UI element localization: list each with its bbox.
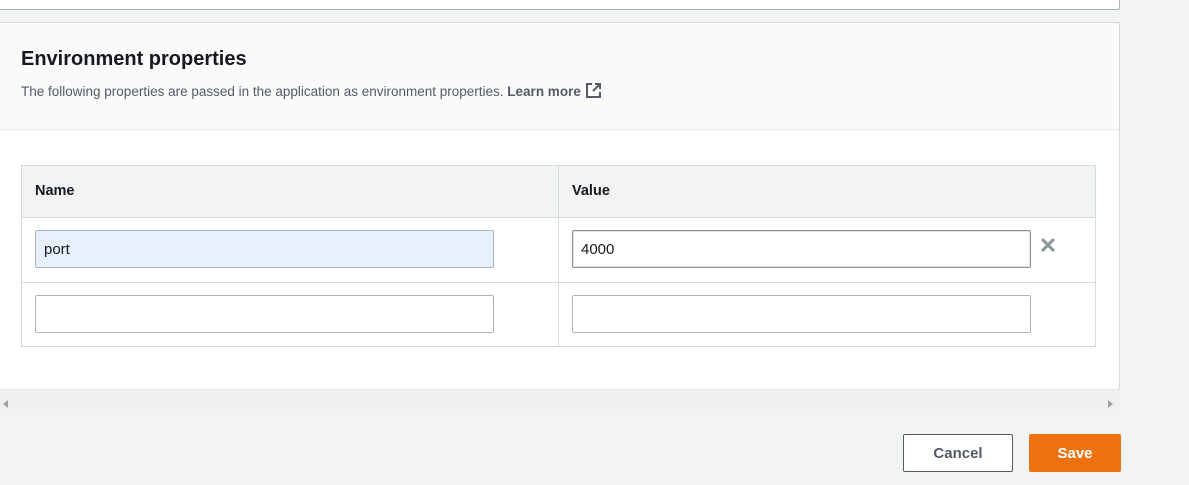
column-header-name: Name [35, 183, 75, 199]
learn-more-link[interactable]: Learn more [507, 82, 602, 102]
close-icon [1041, 238, 1055, 257]
save-button[interactable]: Save [1029, 434, 1121, 472]
row-divider [22, 282, 1095, 283]
environment-properties-panel: Environment properties The following pro… [0, 22, 1120, 409]
new-property-value-input[interactable] [572, 295, 1031, 333]
scroll-left-icon[interactable] [3, 395, 9, 413]
previous-panel-bottom [0, 0, 1120, 10]
column-divider [558, 166, 559, 346]
panel-header: Environment properties The following pro… [0, 23, 1119, 130]
external-link-icon [585, 82, 602, 102]
property-value-input[interactable] [572, 230, 1031, 268]
scroll-right-icon[interactable] [1107, 395, 1113, 413]
section-title: Environment properties [21, 48, 247, 70]
property-name-input[interactable] [35, 230, 494, 268]
learn-more-label: Learn more [507, 84, 581, 99]
column-header-value: Value [572, 183, 610, 199]
remove-property-button[interactable] [1038, 237, 1058, 257]
properties-table: Name Value [21, 165, 1096, 347]
description-text: The following properties are passed in t… [21, 84, 504, 99]
section-description: The following properties are passed in t… [21, 82, 602, 102]
new-property-name-input[interactable] [35, 295, 494, 333]
horizontal-scrollbar[interactable] [0, 389, 1120, 409]
cancel-button[interactable]: Cancel [903, 434, 1013, 472]
